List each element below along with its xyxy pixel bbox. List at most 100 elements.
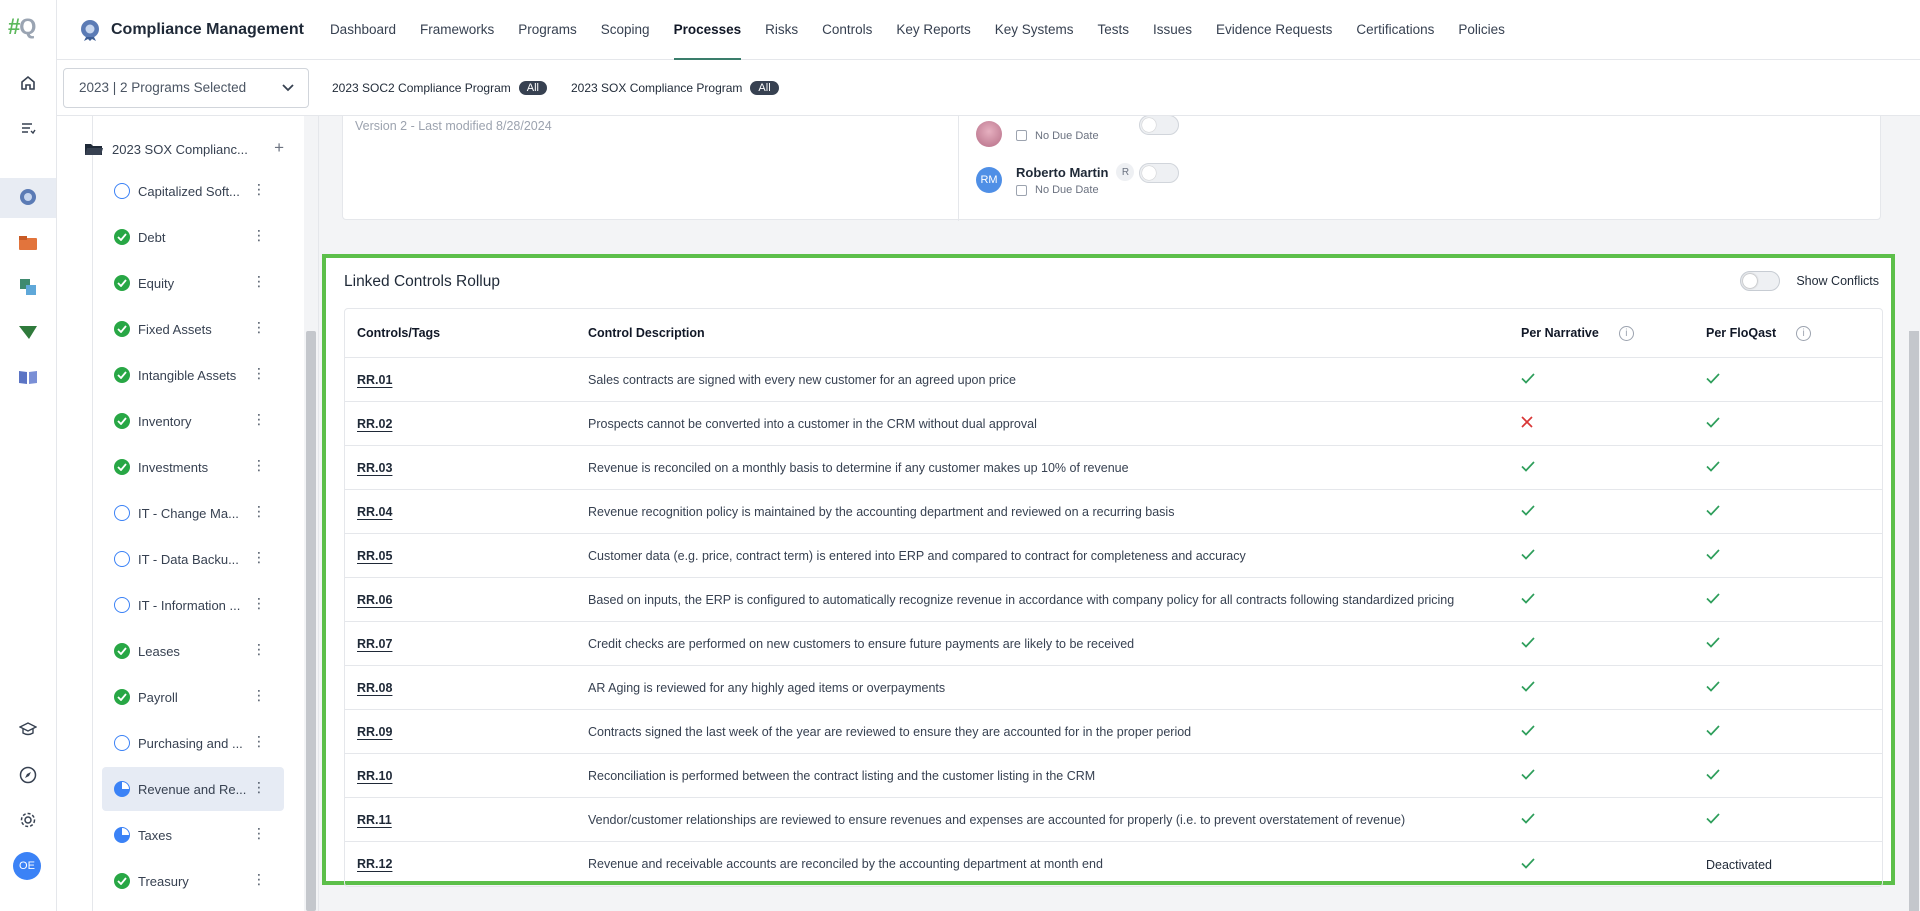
compass-icon[interactable] bbox=[14, 761, 42, 789]
more-options-icon[interactable]: ⋮ bbox=[252, 366, 266, 380]
list-icon[interactable] bbox=[14, 114, 42, 142]
more-options-icon[interactable]: ⋮ bbox=[252, 688, 266, 702]
tree-item[interactable]: Leases ⋮ bbox=[102, 629, 284, 673]
col-control-description[interactable]: Control Description bbox=[588, 326, 705, 340]
more-options-icon[interactable]: ⋮ bbox=[252, 596, 266, 610]
control-tag-link[interactable]: RR.02 bbox=[357, 417, 392, 431]
tree-item[interactable]: Fixed Assets ⋮ bbox=[102, 307, 284, 351]
tree-item[interactable]: Purchasing and ... ⋮ bbox=[102, 721, 284, 765]
tree-folder[interactable]: 2023 SOX Complianc... + bbox=[84, 138, 284, 160]
more-options-icon[interactable]: ⋮ bbox=[252, 550, 266, 564]
nav-scoping[interactable]: Scoping bbox=[589, 0, 662, 60]
more-options-icon[interactable]: ⋮ bbox=[252, 458, 266, 472]
more-options-icon[interactable]: ⋮ bbox=[252, 734, 266, 748]
tree-item[interactable]: Revenue and Re... ⋮ bbox=[102, 767, 284, 811]
gear-icon[interactable] bbox=[14, 806, 42, 834]
assignee-toggle[interactable] bbox=[1139, 116, 1179, 135]
nav-issues[interactable]: Issues bbox=[1141, 0, 1204, 60]
home-icon[interactable] bbox=[14, 69, 42, 97]
table-body: RR.01 Sales contracts are signed with eve… bbox=[345, 358, 1882, 886]
more-options-icon[interactable]: ⋮ bbox=[252, 826, 266, 840]
more-options-icon[interactable]: ⋮ bbox=[252, 504, 266, 518]
more-options-icon[interactable]: ⋮ bbox=[252, 872, 266, 886]
per-narrative-cell bbox=[1521, 724, 1535, 739]
main-scrollbar[interactable] bbox=[1907, 116, 1920, 911]
graduation-cap-icon[interactable] bbox=[14, 715, 42, 743]
nav-risks[interactable]: Risks bbox=[753, 0, 810, 60]
main-scroll-thumb[interactable] bbox=[1909, 331, 1919, 911]
tree-item-label: Treasury bbox=[138, 873, 189, 889]
assignee-toggle[interactable] bbox=[1139, 163, 1179, 183]
tree-item[interactable]: Payroll ⋮ bbox=[102, 675, 284, 719]
tree-item[interactable]: Inventory ⋮ bbox=[102, 399, 284, 443]
more-options-icon[interactable]: ⋮ bbox=[252, 320, 266, 334]
control-tag-link[interactable]: RR.07 bbox=[357, 637, 392, 651]
more-options-icon[interactable]: ⋮ bbox=[252, 274, 266, 288]
nav-frameworks[interactable]: Frameworks bbox=[408, 0, 506, 60]
tree-item[interactable]: Intangible Assets ⋮ bbox=[102, 353, 284, 397]
tree-item[interactable]: IT - Data Backu... ⋮ bbox=[102, 537, 284, 581]
control-tag-link[interactable]: RR.01 bbox=[357, 373, 392, 387]
program-chip-soc2[interactable]: 2023 SOC2 Compliance Program All bbox=[332, 80, 547, 95]
table-row: RR.11 Vendor/customer relationships are r… bbox=[345, 798, 1882, 842]
icon-rail: #Q OE bbox=[0, 0, 57, 911]
program-select[interactable]: 2023 | 2 Programs Selected bbox=[63, 67, 309, 108]
col-per-floqast[interactable]: Per FloQast i bbox=[1706, 325, 1812, 341]
nav-policies[interactable]: Policies bbox=[1446, 0, 1517, 60]
program-chip-sox[interactable]: 2023 SOX Compliance Program All bbox=[571, 80, 779, 95]
sync-icon[interactable] bbox=[14, 273, 42, 301]
control-tag-link[interactable]: RR.04 bbox=[357, 505, 392, 519]
control-tag-link[interactable]: RR.12 bbox=[357, 857, 392, 871]
tree-item[interactable]: Taxes ⋮ bbox=[102, 813, 284, 857]
app-logo[interactable]: #Q bbox=[8, 14, 50, 46]
nav-tests[interactable]: Tests bbox=[1085, 0, 1141, 60]
info-icon[interactable]: i bbox=[1618, 325, 1634, 341]
tree-item[interactable]: Debt ⋮ bbox=[102, 215, 284, 259]
col-per-narrative[interactable]: Per Narrative i bbox=[1521, 325, 1634, 341]
book-icon[interactable] bbox=[14, 363, 42, 391]
add-icon[interactable]: + bbox=[274, 138, 284, 158]
more-options-icon[interactable]: ⋮ bbox=[252, 642, 266, 656]
control-tag-link[interactable]: RR.10 bbox=[357, 769, 392, 783]
nav-key-reports[interactable]: Key Reports bbox=[884, 0, 982, 60]
rollup-title: Linked Controls Rollup bbox=[344, 273, 500, 290]
more-options-icon[interactable]: ⋮ bbox=[252, 182, 266, 196]
nav-programs[interactable]: Programs bbox=[506, 0, 589, 60]
info-icon[interactable]: i bbox=[1796, 325, 1812, 341]
tree-item[interactable]: Investments ⋮ bbox=[102, 445, 284, 489]
program-select-value: 2023 | 2 Programs Selected bbox=[79, 80, 247, 95]
tree-scroll-thumb[interactable] bbox=[306, 331, 316, 911]
tree-item[interactable]: Capitalized Soft... ⋮ bbox=[102, 169, 284, 213]
nav-dashboard[interactable]: Dashboard bbox=[318, 0, 408, 60]
status-complete-icon bbox=[114, 459, 130, 475]
control-tag-link[interactable]: RR.03 bbox=[357, 461, 392, 475]
nav-evidence-requests[interactable]: Evidence Requests bbox=[1204, 0, 1344, 60]
check-icon bbox=[1521, 372, 1535, 387]
more-options-icon[interactable]: ⋮ bbox=[252, 228, 266, 242]
tree-item[interactable]: IT - Change Ma... ⋮ bbox=[102, 491, 284, 535]
col-controls-tags[interactable]: Controls/Tags bbox=[357, 326, 440, 340]
check-icon bbox=[1521, 548, 1535, 563]
control-tag-link[interactable]: RR.05 bbox=[357, 549, 392, 563]
table-header: Controls/Tags Control Description Per Na… bbox=[345, 309, 1882, 358]
chip-label: 2023 SOX Compliance Program bbox=[571, 80, 743, 95]
folder-icon[interactable] bbox=[14, 229, 42, 257]
nav-controls[interactable]: Controls bbox=[810, 0, 884, 60]
more-options-icon[interactable]: ⋮ bbox=[252, 780, 266, 794]
tree-item[interactable]: Equity ⋮ bbox=[102, 261, 284, 305]
tree-item[interactable]: IT - Information ... ⋮ bbox=[102, 583, 284, 627]
control-tag-link[interactable]: RR.09 bbox=[357, 725, 392, 739]
nav-key-systems[interactable]: Key Systems bbox=[983, 0, 1086, 60]
send-icon[interactable] bbox=[14, 318, 42, 346]
control-tag-link[interactable]: RR.06 bbox=[357, 593, 392, 607]
user-avatar[interactable]: OE bbox=[13, 852, 41, 880]
show-conflicts-toggle[interactable] bbox=[1740, 271, 1781, 291]
control-tag-link[interactable]: RR.08 bbox=[357, 681, 392, 695]
more-options-icon[interactable]: ⋮ bbox=[252, 412, 266, 426]
control-tag-link[interactable]: RR.11 bbox=[357, 813, 392, 827]
tree-item[interactable]: Treasury ⋮ bbox=[102, 859, 284, 903]
nav-processes[interactable]: Processes bbox=[662, 0, 754, 60]
shield-badge-icon[interactable] bbox=[0, 178, 56, 218]
tree-scrollbar[interactable] bbox=[304, 116, 318, 911]
nav-certifications[interactable]: Certifications bbox=[1344, 0, 1446, 60]
